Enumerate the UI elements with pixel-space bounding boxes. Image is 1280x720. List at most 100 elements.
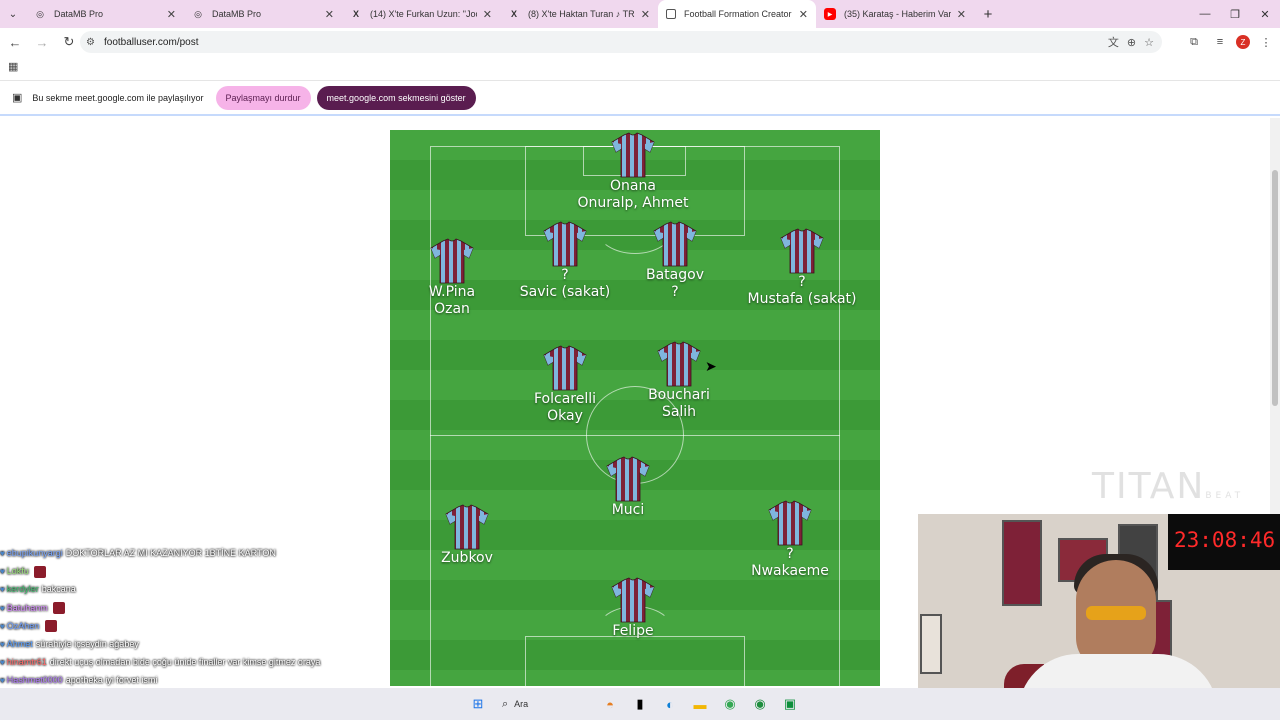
tab-x-haktan[interactable]: X (8) X'te Haktan Turan ♪ TR: "@ ✕ (500, 0, 658, 28)
scrollbar-thumb[interactable] (1272, 170, 1278, 406)
browser-toolbar: ← → ↻ ⚙ footballuser.com/post 文 ⊕ ☆ ⧉ ≡ … (0, 28, 1280, 56)
jersey-icon (444, 504, 490, 550)
player-name: ? (798, 274, 806, 290)
app-icon[interactable]: ▣ (778, 692, 802, 716)
close-icon[interactable]: ✕ (483, 8, 492, 21)
address-bar[interactable]: ⚙ footballuser.com/post 文 ⊕ ☆ (80, 31, 1162, 53)
tab-datamb-1[interactable]: ◎ DataMB Pro ✕ (26, 0, 184, 28)
player-alternates: Onuralp, Ahmet (577, 195, 689, 211)
translate-icon[interactable]: 文 (1108, 34, 1119, 50)
player-name: Batagov (646, 267, 704, 283)
new-tab-button[interactable]: + (974, 6, 1002, 23)
youtube-icon: ▶ (824, 8, 836, 20)
jersey-icon (652, 221, 698, 267)
site-info-icon[interactable]: ⚙ (86, 37, 100, 48)
player-alternates: ? (671, 284, 679, 300)
chat-message: ♥ Ahmet sürahiyle içseydin ağabey (0, 635, 380, 653)
bookmarks-bar: ▦ (0, 56, 1280, 78)
streamer-glasses (1086, 606, 1146, 620)
clock-time: 23:08:46 (1174, 528, 1276, 552)
profile-avatar[interactable]: Z (1236, 35, 1250, 49)
heart-icon: ♥ (0, 621, 5, 631)
chat-message: ♥ hinamtr61 direkt uçuş olmadan bide çoğu … (0, 653, 380, 671)
player-card[interactable]: ? Nwakaeme (720, 500, 860, 580)
player-card[interactable]: Bouchari Salih (609, 341, 749, 421)
taskbar-search[interactable]: ⌕ Ara (496, 692, 592, 716)
jersey-icon (542, 345, 588, 391)
close-icon[interactable]: ✕ (957, 8, 966, 21)
close-icon[interactable]: ✕ (167, 8, 176, 21)
tab-strip: ⌄ ◎ DataMB Pro ✕ ◎ DataMB Pro ✕ X (14) X… (0, 0, 1280, 28)
task-view-icon[interactable]: ▮ (628, 692, 652, 716)
tab-title: Football Formation Creator (684, 9, 792, 19)
tab-title: (14) X'te Furkan Uzun: "Jocelin (370, 9, 477, 19)
player-card[interactable]: ? Mustafa (sakat) (732, 228, 872, 308)
chrome-icon[interactable]: ◉ (718, 692, 742, 716)
show-meet-tab-button[interactable]: meet.google.com sekmesini göster (316, 85, 476, 110)
edge-icon[interactable]: ◐ (658, 692, 682, 716)
player-name: Bouchari (648, 387, 710, 403)
reload-icon[interactable]: ↻ (57, 30, 81, 54)
forward-icon[interactable]: → (30, 30, 54, 54)
wall-frame (1002, 520, 1042, 606)
player-alternates: Salih (661, 404, 697, 420)
chat-text: DOKTORLAR AZ MI KAZANIYOR 1BTİNE KARTON (65, 548, 276, 558)
chat-username: Lokfu (6, 566, 29, 577)
minimize-icon[interactable]: — (1190, 0, 1220, 28)
player-card[interactable]: Batagov ? (605, 221, 745, 301)
chat-message: ♥ ebupikunyargi DOKTORLAR AZ MI KAZANIYOR … (0, 544, 380, 562)
search-label: Ara (514, 699, 529, 709)
tab-sharing-bar: ▣ Bu sekme meet.google.com ile paylaşılı… (0, 80, 1280, 116)
player-card[interactable]: Zubkov (397, 504, 537, 567)
chat-text: apotheka iyi forvet ismi (65, 675, 158, 686)
close-icon[interactable]: ✕ (325, 8, 334, 21)
mouse-cursor-icon: ➤ (705, 358, 717, 374)
back-icon[interactable]: ← (3, 30, 27, 54)
emote-icon (53, 602, 66, 615)
jersey-icon (610, 577, 656, 623)
menu-icon[interactable]: ⋮ (1256, 32, 1276, 52)
widget-icon[interactable]: ◓ (598, 692, 622, 716)
heart-icon: ♥ (0, 603, 5, 613)
chat-username: OzAhen (6, 620, 40, 631)
player-card[interactable]: Felipe (563, 577, 703, 640)
jersey-icon (656, 341, 702, 387)
windows-start-icon[interactable]: ⊞ (466, 692, 490, 716)
player-card[interactable]: Muci (558, 456, 698, 519)
watermark-sub: BEAT (1205, 491, 1245, 501)
restore-icon[interactable]: ❐ (1220, 0, 1250, 28)
player-name: ? (786, 546, 794, 562)
url-text: footballuser.com/post (104, 36, 199, 48)
tab-formation-creator[interactable]: Football Formation Creator ✕ (658, 0, 816, 28)
close-window-icon[interactable]: ✕ (1250, 0, 1280, 28)
chat-message: ♥ kerdyler bakcana (0, 580, 380, 598)
heart-icon: ♥ (0, 658, 5, 668)
heart-icon: ♥ (0, 549, 5, 558)
player-alternates: Mustafa (sakat) (747, 291, 857, 307)
close-icon[interactable]: ✕ (799, 8, 808, 21)
jersey-icon (542, 221, 588, 267)
chat-message: ♥ Hashmet0000 apotheka iyi forvet ismi (0, 671, 380, 689)
tab-x-furkan[interactable]: X (14) X'te Furkan Uzun: "Jocelin ✕ (342, 0, 500, 28)
chat-message: ♥ OzAhen (0, 617, 380, 635)
datamb-icon: ◎ (194, 8, 202, 19)
extensions-icon[interactable]: ⧉ (1184, 32, 1204, 52)
close-icon[interactable]: ✕ (641, 8, 650, 21)
tab-search-button[interactable]: ⌄ (0, 0, 26, 28)
formation-icon (666, 9, 676, 19)
bookmark-star-icon[interactable]: ☆ (1144, 36, 1154, 49)
apps-grid-icon[interactable]: ▦ (8, 60, 18, 73)
jersey-icon (779, 228, 825, 274)
chat-message: ♥ Batuhanm (0, 599, 380, 617)
tab-datamb-2[interactable]: ◎ DataMB Pro ✕ (184, 0, 342, 28)
player-alternates: Nwakaeme (751, 563, 829, 579)
windows-taskbar: ⊞ ⌕ Ara ◓ ▮ ◐ ▬ ◉ ◉ ▣ (0, 688, 1280, 720)
titan-beat-watermark: TITANBEAT (1092, 466, 1244, 507)
stop-sharing-button[interactable]: Paylaşmayı durdur (215, 85, 311, 110)
player-card[interactable]: Onana Onuralp, Ahmet (563, 132, 703, 212)
media-icon[interactable]: ≡ (1210, 32, 1230, 52)
tab-youtube[interactable]: ▶ (35) Karataş - Haberim Var (Offi ✕ (816, 0, 974, 28)
file-explorer-icon[interactable]: ▬ (688, 692, 712, 716)
zoom-icon[interactable]: ⊕ (1127, 36, 1136, 49)
chrome-profile-icon[interactable]: ◉ (748, 692, 772, 716)
